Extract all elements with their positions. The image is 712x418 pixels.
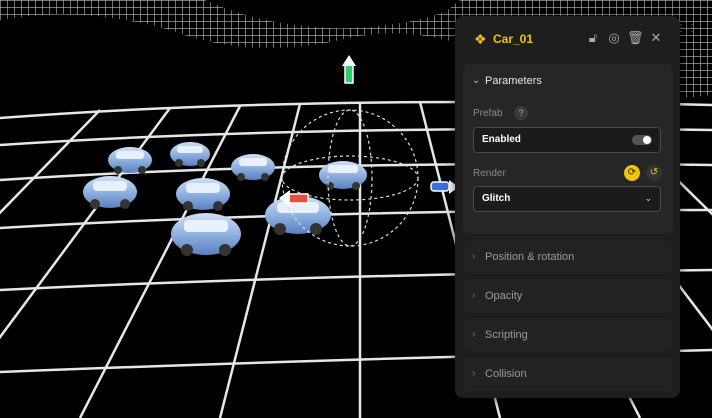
chevron-down-icon: ⌄: [644, 193, 652, 203]
render-select[interactable]: Glitch ⌄: [473, 186, 661, 212]
render-label: Render: [473, 168, 506, 179]
inspector-header: ❖ Car_01 🔓︎ ◎ 🗑︎ ✕ ⋮⋮: [455, 16, 697, 62]
prefab-value: Enabled: [482, 134, 521, 145]
component-diamond-icon: ❖: [474, 31, 487, 47]
section-opacity[interactable]: › Opacity: [463, 279, 673, 313]
section-collision[interactable]: › Collision: [463, 357, 673, 391]
prefab-toggle-field[interactable]: Enabled: [473, 127, 661, 153]
section-title: Collision: [485, 368, 527, 380]
reset-icon[interactable]: ↺: [646, 165, 662, 181]
trash-icon[interactable]: 🗑︎: [627, 30, 644, 46]
parameters-header[interactable]: ⌄ Parameters: [463, 70, 673, 94]
help-icon[interactable]: ?: [514, 106, 528, 120]
gizmo-y-arrow[interactable]: [342, 55, 356, 84]
render-value: Glitch: [482, 193, 511, 204]
chevron-down-icon: ⌄: [472, 75, 481, 86]
parameters-title: Parameters: [485, 75, 542, 87]
close-icon[interactable]: ✕: [648, 30, 664, 46]
section-scripting[interactable]: › Scripting: [463, 318, 673, 352]
lock-icon[interactable]: 🔓︎: [585, 30, 601, 46]
object-name: Car_01: [493, 32, 534, 46]
inspector-panel: ❖ Car_01 🔓︎ ◎ 🗑︎ ✕ ⋮⋮ ⌄ Parameters Prefa…: [455, 16, 697, 398]
section-title: Scripting: [485, 329, 528, 341]
chevron-right-icon: ›: [472, 368, 476, 379]
prefab-toggle[interactable]: [632, 135, 652, 145]
chevron-right-icon: ›: [472, 251, 476, 262]
drag-handle-icon[interactable]: ⋮⋮: [676, 24, 697, 40]
prefab-label: Prefab: [473, 108, 503, 119]
toggle-knob: [643, 136, 651, 144]
chevron-right-icon: ›: [472, 290, 476, 301]
section-position-rotation[interactable]: › Position & rotation: [463, 240, 673, 274]
section-title: Position & rotation: [485, 251, 575, 263]
parameters-section: ⌄ Parameters Prefab ? Enabled Render ⟳ ↺…: [463, 64, 673, 234]
chevron-right-icon: ›: [472, 329, 476, 340]
sync-icon[interactable]: ⟳: [624, 165, 640, 181]
car-instances[interactable]: [83, 142, 367, 256]
section-title: Opacity: [485, 290, 523, 302]
target-icon[interactable]: ◎: [606, 30, 622, 46]
